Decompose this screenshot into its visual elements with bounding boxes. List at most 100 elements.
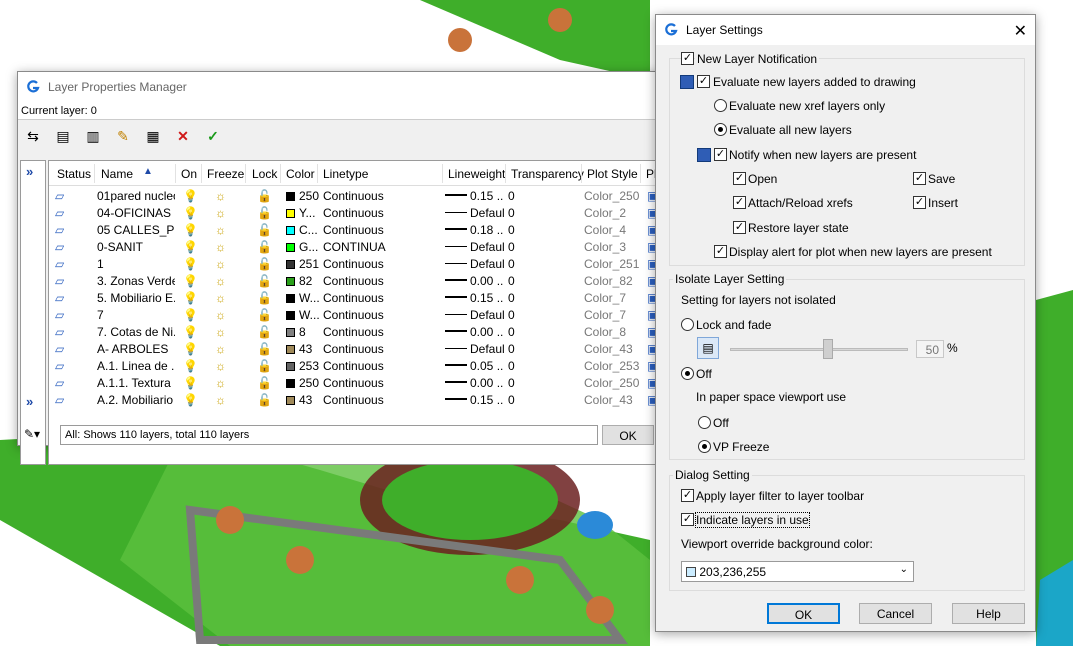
transparency[interactable]: 0 [508, 359, 515, 373]
lpm-ok-button[interactable]: OK [602, 425, 654, 445]
lineweight[interactable]: 0.05 ... [470, 359, 504, 373]
layer-name[interactable]: 0-SANIT [97, 240, 175, 254]
layer-name[interactable]: 7 [97, 308, 175, 322]
cancel-button[interactable]: Cancel [859, 603, 932, 624]
linetype[interactable]: Continuous [323, 359, 384, 373]
eval-xref-radio[interactable] [714, 99, 727, 112]
col-lock[interactable]: Lock [252, 167, 277, 181]
set-current-icon[interactable]: ✓ [202, 125, 224, 147]
color-swatch[interactable] [286, 393, 295, 407]
lock-icon[interactable]: 🔓 [257, 206, 272, 220]
table-row[interactable]: ▱ 01pared nucleo 💡 ☼ 🔓 250 Continuous 0.15 ... 0… [49, 188, 667, 205]
col-status[interactable]: Status [57, 167, 91, 181]
fade-slider-track[interactable] [730, 348, 908, 351]
layer-name[interactable]: 3. Zonas Verdes [97, 274, 175, 288]
table-row[interactable]: ▱ A- ARBOLES 💡 ☼ 🔓 43 Continuous Default 0 Color_… [49, 341, 667, 358]
on-bulb-icon[interactable]: 💡 [183, 257, 198, 271]
lineweight[interactable]: Default [470, 342, 504, 356]
on-bulb-icon[interactable]: 💡 [183, 376, 198, 390]
freeze-sun-icon[interactable]: ☼ [215, 291, 226, 305]
freeze-sun-icon[interactable]: ☼ [215, 308, 226, 322]
on-bulb-icon[interactable]: 💡 [183, 189, 198, 203]
col-transparency[interactable]: Transparency [511, 167, 584, 181]
layer-name[interactable]: 05 CALLES_PI... [97, 223, 175, 237]
lock-icon[interactable]: 🔓 [257, 376, 272, 390]
freeze-sun-icon[interactable]: ☼ [215, 325, 226, 339]
color-swatch[interactable] [286, 274, 295, 288]
transparency[interactable]: 0 [508, 240, 515, 254]
lock-icon[interactable]: 🔓 [257, 342, 272, 356]
on-bulb-icon[interactable]: 💡 [183, 206, 198, 220]
notify-checkbox[interactable]: ✓ [714, 148, 727, 161]
lock-icon[interactable]: 🔓 [257, 189, 272, 203]
bg-color-select[interactable]: 203,236,255 ⌄ [681, 561, 914, 582]
transparency[interactable]: 0 [508, 376, 515, 390]
transparency[interactable]: 0 [508, 291, 515, 305]
transparency[interactable]: 0 [508, 274, 515, 288]
on-bulb-icon[interactable]: 💡 [183, 274, 198, 288]
lock-icon[interactable]: 🔓 [257, 359, 272, 373]
apply-filter-checkbox[interactable]: ✓ [681, 489, 694, 502]
lineweight[interactable]: Default [470, 240, 504, 254]
table-row[interactable]: ▱ 05 CALLES_PI... 💡 ☼ 🔓 C... Continuous 0.18 ..… [49, 222, 667, 239]
close-icon[interactable]: ✕ [1014, 21, 1027, 41]
delete-layer-icon[interactable]: ✕ [172, 125, 194, 147]
linetype[interactable]: CONTINUA [323, 240, 386, 254]
fade-value-input[interactable]: 50 [916, 340, 944, 358]
freeze-sun-icon[interactable]: ☼ [215, 189, 226, 203]
col-color[interactable]: Color [286, 167, 315, 181]
color-swatch[interactable] [286, 291, 295, 305]
lpm-titlebar[interactable]: Layer Properties Manager [18, 72, 671, 102]
table-row[interactable]: ▱ A.1.1. Textura 💡 ☼ 🔓 250 Continuous 0.00 ... 0… [49, 375, 667, 392]
fade-slider-thumb[interactable] [823, 339, 833, 359]
col-on[interactable]: On [181, 167, 197, 181]
layer-name[interactable]: A.1. Linea de ... [97, 359, 175, 373]
save-checkbox[interactable]: ✓ [913, 172, 926, 185]
table-row[interactable]: ▱ A.2. Mobiliario ... 💡 ☼ 🔓 43 Continuous 0.15 … [49, 392, 667, 409]
on-bulb-icon[interactable]: 💡 [183, 291, 198, 305]
new-layer-notification-checkbox[interactable]: ✓ [681, 52, 694, 65]
layer-name[interactable]: 04-OFICINAS [97, 206, 175, 220]
transparency[interactable]: 0 [508, 257, 515, 271]
ok-button[interactable]: OK [767, 603, 840, 624]
table-row[interactable]: ▱ 3. Zonas Verdes 💡 ☼ 🔓 82 Continuous 0.00 ... 0… [49, 273, 667, 290]
layer-name[interactable]: 5. Mobiliario E... [97, 291, 175, 305]
expand-filter-bottom-icon[interactable]: » [26, 394, 33, 409]
off-radio[interactable] [681, 367, 694, 380]
color-swatch[interactable] [286, 189, 295, 203]
transparency[interactable]: 0 [508, 223, 515, 237]
freeze-sun-icon[interactable]: ☼ [215, 393, 226, 407]
freeze-sun-icon[interactable]: ☼ [215, 206, 226, 220]
col-linetype[interactable]: Linetype [323, 167, 368, 181]
transparency[interactable]: 0 [508, 393, 515, 407]
layer-name[interactable]: A.2. Mobiliario ... [97, 393, 175, 407]
new-group-filter-icon[interactable]: ▤ [52, 125, 74, 147]
color-swatch[interactable] [286, 376, 295, 390]
lock-icon[interactable]: 🔓 [257, 325, 272, 339]
linetype[interactable]: Continuous [323, 393, 384, 407]
linetype[interactable]: Continuous [323, 342, 384, 356]
color-swatch[interactable] [286, 223, 295, 237]
color-swatch[interactable] [286, 257, 295, 271]
layer-states-manager-icon[interactable]: ▥ [82, 125, 104, 147]
linetype[interactable]: Continuous [323, 274, 384, 288]
lock-icon[interactable]: 🔓 [257, 240, 272, 254]
layer-name[interactable]: 1 [97, 257, 175, 271]
freeze-sun-icon[interactable]: ☼ [215, 342, 226, 356]
on-bulb-icon[interactable]: 💡 [183, 342, 198, 356]
col-freeze[interactable]: Freeze [207, 167, 244, 181]
ls-titlebar[interactable]: Layer Settings ✕ [656, 15, 1035, 45]
indicate-checkbox[interactable]: ✓ [681, 513, 694, 526]
lock-icon[interactable]: 🔓 [257, 274, 272, 288]
layer-name[interactable]: 01pared nucleo [97, 189, 175, 203]
on-bulb-icon[interactable]: 💡 [183, 223, 198, 237]
display-alert-checkbox[interactable]: ✓ [714, 245, 727, 258]
transparency[interactable]: 0 [508, 342, 515, 356]
linetype[interactable]: Continuous [323, 206, 384, 220]
new-layer-icon[interactable]: ✎ [112, 125, 134, 147]
col-plot-style[interactable]: Plot Style [587, 167, 638, 181]
lineweight[interactable]: Default [470, 308, 504, 322]
transparency[interactable]: 0 [508, 189, 515, 203]
on-bulb-icon[interactable]: 💡 [183, 359, 198, 373]
linetype[interactable]: Continuous [323, 376, 384, 390]
